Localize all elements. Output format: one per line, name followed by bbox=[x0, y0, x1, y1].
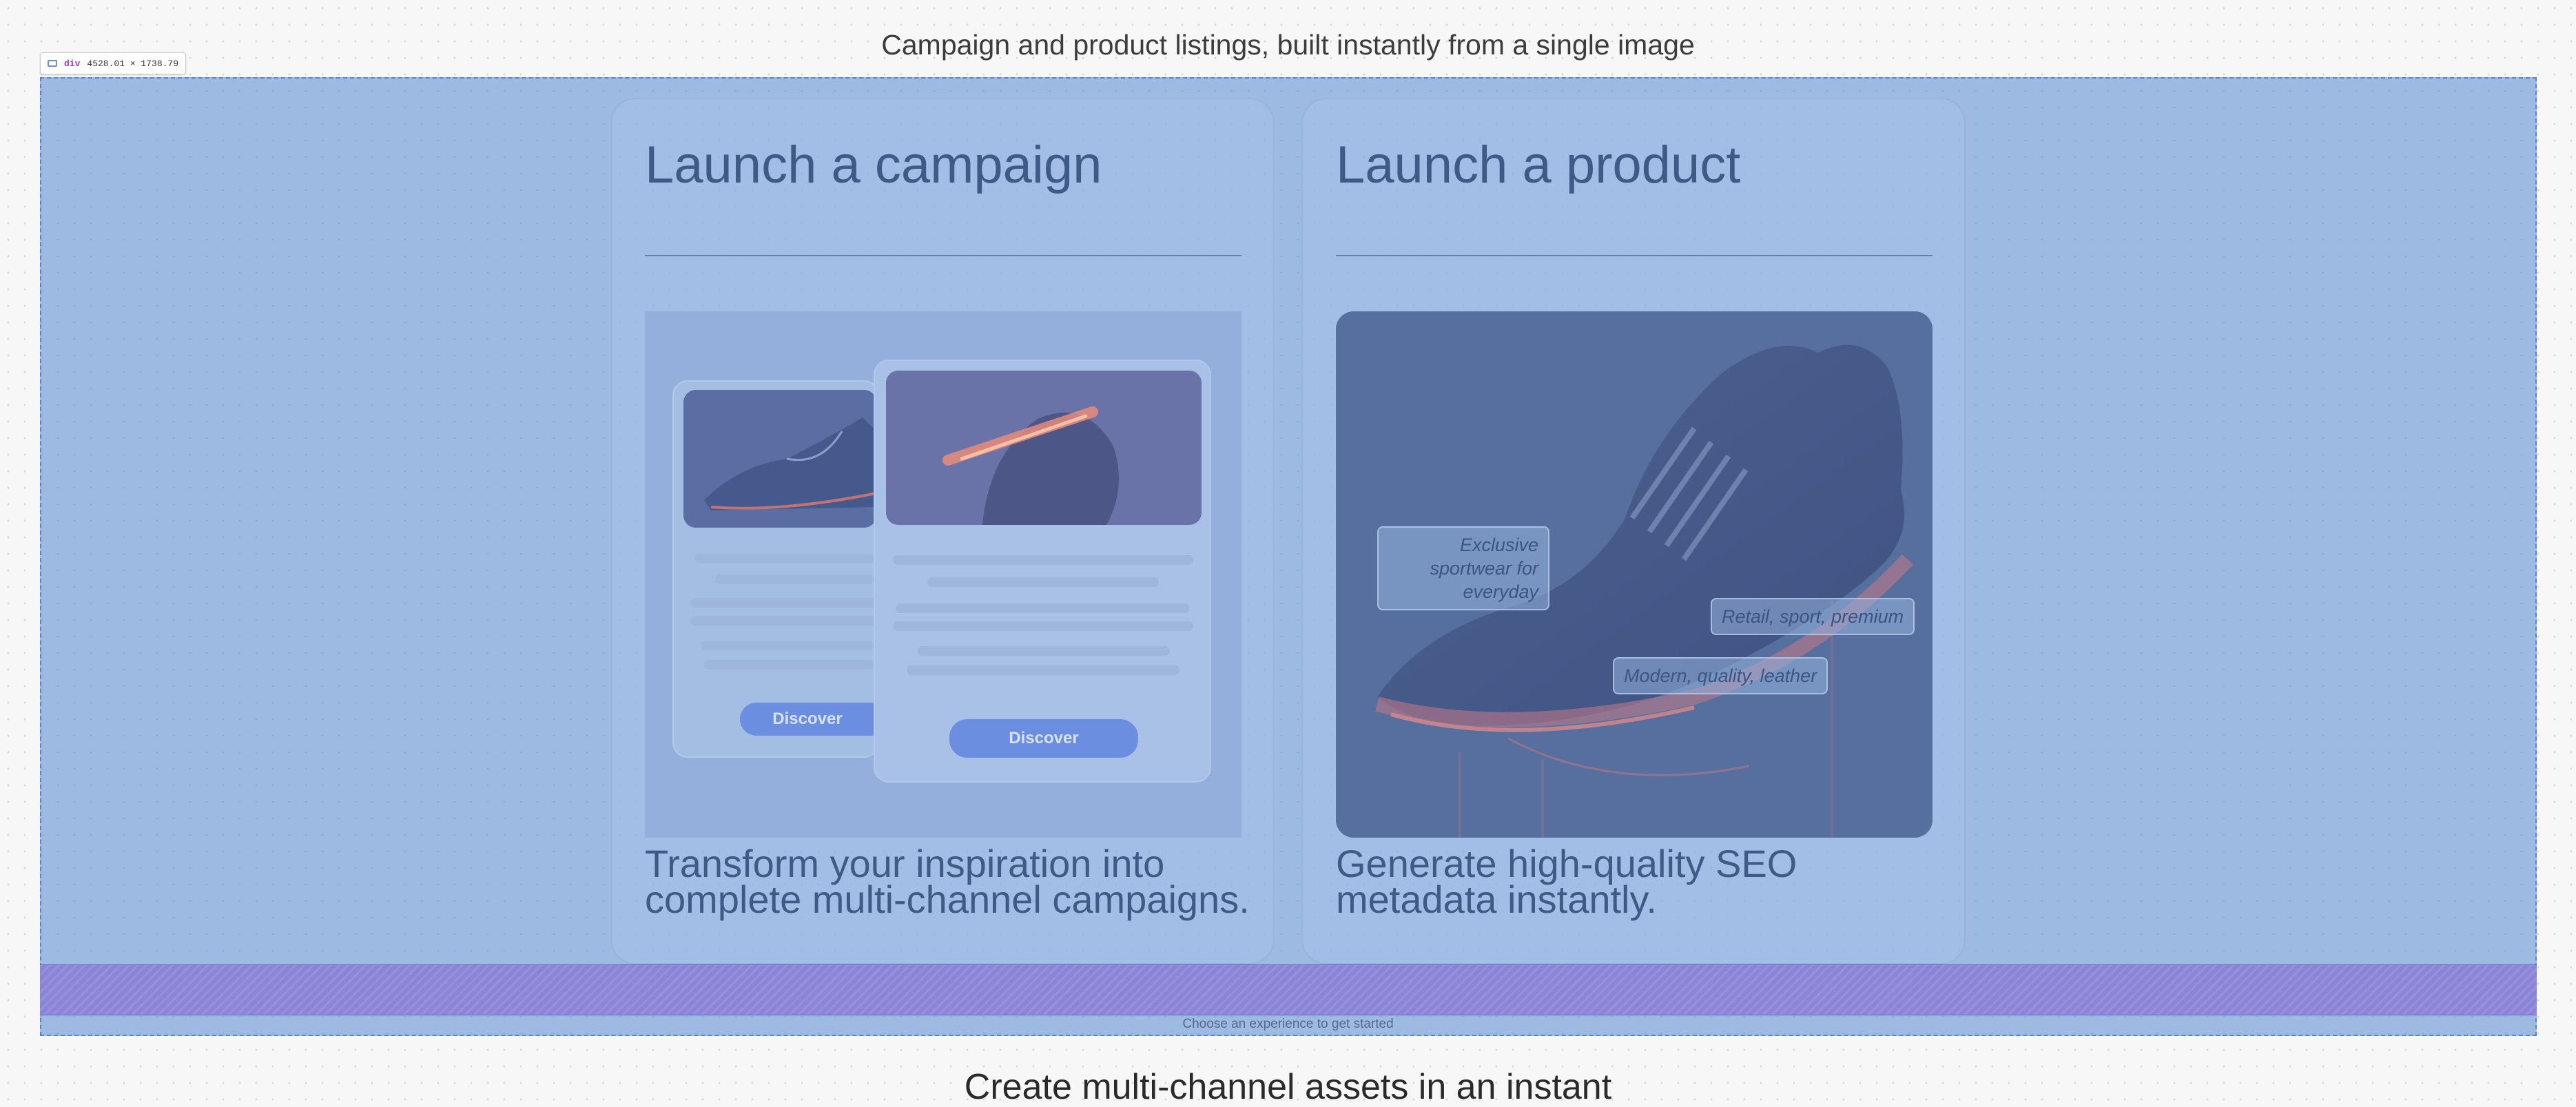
text-line bbox=[704, 660, 874, 670]
element-tag-name: div bbox=[64, 58, 81, 69]
seo-tag-description: Exclusive sportwear for everyday bbox=[1377, 526, 1549, 610]
seo-tag-categories: Retail, sport, premium bbox=[1711, 598, 1915, 635]
launch-campaign-card[interactable]: Launch a campaign Discover Discover Tran… bbox=[610, 98, 1275, 964]
inspected-padding-region bbox=[40, 964, 2537, 1015]
text-line bbox=[715, 575, 874, 584]
text-line bbox=[694, 554, 874, 563]
choose-experience-hint: Choose an experience to get started bbox=[1182, 1017, 1394, 1031]
element-size: 4528.01 × 1738.79 bbox=[87, 58, 179, 69]
page-subtitle: Campaign and product listings, built ins… bbox=[881, 29, 1695, 61]
shoe-thumbnail bbox=[683, 390, 876, 528]
text-line bbox=[893, 621, 1193, 631]
text-line bbox=[701, 641, 874, 650]
text-line bbox=[690, 598, 876, 608]
text-line bbox=[907, 665, 1179, 675]
devtools-element-tooltip: div 4528.01 × 1738.79 bbox=[40, 52, 187, 74]
launch-product-card[interactable]: Launch a product Exclusive sportwear for… bbox=[1301, 98, 1966, 964]
card-divider bbox=[1336, 255, 1933, 256]
text-line bbox=[896, 603, 1189, 613]
text-line bbox=[893, 555, 1193, 565]
next-section-heading: Create multi-channel assets in an instan… bbox=[964, 1067, 1612, 1107]
discover-button-back: Discover bbox=[740, 703, 875, 736]
shoe-image-icon bbox=[683, 390, 876, 528]
discover-button-front: Discover bbox=[949, 719, 1138, 758]
mock-screen-front: Discover bbox=[874, 360, 1211, 783]
element-icon bbox=[48, 60, 57, 67]
campaign-preview: Discover Discover bbox=[645, 311, 1241, 838]
card-description-product: Generate high-quality SEO metadata insta… bbox=[1336, 842, 1797, 921]
inspected-element-highlight bbox=[40, 77, 2537, 1036]
seo-tag-keywords: Modern, quality, leather bbox=[1613, 657, 1828, 694]
card-title-campaign: Launch a campaign bbox=[645, 136, 1102, 194]
card-title-product: Launch a product bbox=[1336, 136, 1741, 194]
card-description-campaign: Transform your inspiration into complete… bbox=[645, 842, 1250, 921]
text-line bbox=[927, 577, 1159, 587]
portrait-thumbnail bbox=[886, 371, 1202, 525]
mock-screen-back: Discover bbox=[672, 380, 879, 758]
text-line bbox=[918, 646, 1170, 656]
portrait-image-icon bbox=[886, 371, 1202, 525]
product-preview: Exclusive sportwear for everyday Retail,… bbox=[1336, 311, 1933, 838]
card-divider bbox=[645, 255, 1241, 256]
text-line bbox=[690, 616, 876, 625]
